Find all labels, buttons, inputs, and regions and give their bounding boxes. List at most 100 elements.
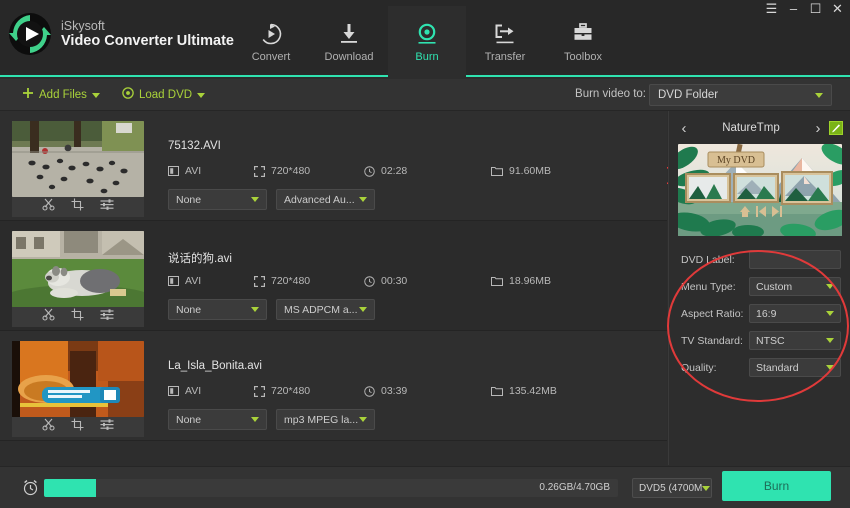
brand-logo: iSkysoft Video Converter Ultimate [8, 12, 234, 56]
dvd-label-input[interactable] [749, 250, 841, 269]
tab-transfer[interactable]: Transfer [466, 6, 544, 77]
tab-convert-label: Convert [252, 51, 291, 63]
close-icon[interactable]: ✕ [831, 2, 844, 15]
add-files-button[interactable]: Add Files [22, 79, 100, 111]
table-row[interactable]: 说话的狗.avi AVI 720*480 00:30 18.96MB [0, 221, 667, 331]
audio-track-select[interactable]: MS ADPCM a... [276, 299, 375, 320]
audio-track-value: mp3 MPEG la... [284, 414, 359, 426]
burn-disc-icon [415, 20, 439, 46]
file-size-value: 18.96MB [509, 275, 551, 287]
video-thumbnail[interactable] [12, 231, 144, 307]
load-dvd-label: Load DVD [139, 89, 192, 101]
file-duration-value: 02:28 [381, 165, 407, 177]
folder-icon [491, 166, 503, 176]
main-nav-tabs: Convert Download [232, 6, 622, 77]
quality-label: Quality: [681, 362, 717, 374]
file-duration-value: 03:39 [381, 385, 407, 397]
video-thumbnail[interactable] [12, 121, 144, 197]
menu-type-select[interactable]: Custom [749, 277, 841, 296]
file-size: 135.42MB [491, 385, 557, 397]
subtitle-value: None [176, 194, 251, 206]
chevron-down-icon[interactable] [92, 93, 100, 98]
resolution-icon [254, 386, 265, 397]
effect-icon[interactable] [100, 308, 114, 326]
burn-button[interactable]: Burn [722, 471, 831, 501]
burn-destination-select[interactable]: DVD Folder [649, 84, 832, 106]
thumbnail-tools [12, 307, 144, 327]
file-meta: AVI 720*480 02:28 91.60MB [168, 165, 551, 177]
audio-track-select[interactable]: mp3 MPEG la... [276, 409, 375, 430]
chevron-left-icon[interactable]: ‹ [677, 120, 691, 137]
trim-icon[interactable] [42, 198, 55, 216]
quality-value: Standard [756, 362, 826, 374]
tv-standard-select[interactable]: NTSC [749, 331, 841, 350]
disc-type-value: DVD5 (4700M [639, 483, 702, 494]
file-format: AVI [168, 275, 254, 287]
audio-track-value: MS ADPCM a... [284, 304, 359, 316]
setting-tv-standard: TV Standard: NTSC [675, 328, 845, 355]
chevron-down-icon[interactable] [197, 93, 205, 98]
file-format: AVI [168, 385, 254, 397]
file-resolution-value: 720*480 [271, 165, 310, 177]
plus-icon [22, 86, 34, 104]
table-row[interactable]: La_Isla_Bonita.avi AVI 720*480 03:39 135… [0, 331, 667, 441]
file-size: 91.60MB [491, 165, 551, 177]
subtitle-select[interactable]: None [168, 189, 267, 210]
tab-download[interactable]: Download [310, 6, 388, 77]
minimize-icon[interactable]: – [787, 2, 800, 15]
aspect-ratio-select[interactable]: 16:9 [749, 304, 841, 323]
file-format-value: AVI [185, 385, 201, 397]
menu-type-label: Menu Type: [681, 281, 736, 293]
file-duration: 03:39 [364, 385, 491, 397]
menu-icon[interactable]: ☰ [765, 2, 778, 15]
trim-icon[interactable] [42, 418, 55, 436]
setting-aspect-ratio: Aspect Ratio: 16:9 [675, 301, 845, 328]
format-icon [168, 386, 179, 396]
edit-pencil-icon[interactable] [829, 121, 843, 135]
alarm-clock-icon [22, 479, 39, 501]
file-meta: AVI 720*480 00:30 18.96MB [168, 275, 551, 287]
trim-icon[interactable] [42, 308, 55, 326]
load-dvd-button[interactable]: Load DVD [122, 79, 205, 111]
resolution-icon [254, 166, 265, 177]
file-size-value: 135.42MB [509, 385, 557, 397]
file-list[interactable]: 75132.AVI AVI 720*480 02:28 91.60MB [0, 111, 667, 465]
audio-track-value: Advanced Au... [284, 194, 359, 206]
chevron-down-icon [359, 417, 367, 422]
tab-toolbox[interactable]: Toolbox [544, 6, 622, 77]
aspect-ratio-label: Aspect Ratio: [681, 308, 743, 320]
disc-icon [122, 86, 134, 104]
setting-dvd-label: DVD Label: [675, 247, 845, 274]
convert-icon [259, 20, 283, 46]
thumbnail-tools [12, 197, 144, 217]
burn-destination-value: DVD Folder [658, 89, 815, 101]
tab-burn[interactable]: Burn [388, 6, 466, 77]
chevron-down-icon [251, 417, 259, 422]
crop-icon[interactable] [71, 198, 84, 216]
video-thumbnail[interactable] [12, 341, 144, 417]
file-resolution: 720*480 [254, 165, 364, 177]
setting-menu-type: Menu Type: Custom [675, 274, 845, 301]
brand-product: Video Converter Ultimate [61, 33, 234, 50]
audio-track-select[interactable]: Advanced Au... [276, 189, 375, 210]
subtitle-select[interactable]: None [168, 299, 267, 320]
table-row[interactable]: 75132.AVI AVI 720*480 02:28 91.60MB [0, 111, 667, 221]
clock-icon [364, 386, 375, 397]
crop-icon[interactable] [71, 308, 84, 326]
effect-icon[interactable] [100, 418, 114, 436]
maximize-icon[interactable]: ☐ [809, 2, 822, 15]
capacity-text: 0.26GB/4.70GB [539, 479, 610, 497]
tab-toolbox-label: Toolbox [564, 51, 602, 63]
effect-icon[interactable] [100, 198, 114, 216]
chevron-down-icon [359, 307, 367, 312]
subtitle-select[interactable]: None [168, 409, 267, 430]
disc-type-select[interactable]: DVD5 (4700M [632, 478, 712, 498]
chevron-right-icon[interactable]: › [811, 120, 825, 137]
crop-icon[interactable] [71, 418, 84, 436]
chevron-down-icon [826, 338, 834, 343]
quality-select[interactable]: Standard [749, 358, 841, 377]
dvd-menu-preview[interactable]: My DVD [678, 144, 842, 236]
tab-convert[interactable]: Convert [232, 6, 310, 77]
resolution-icon [254, 276, 265, 287]
chevron-down-icon [826, 284, 834, 289]
